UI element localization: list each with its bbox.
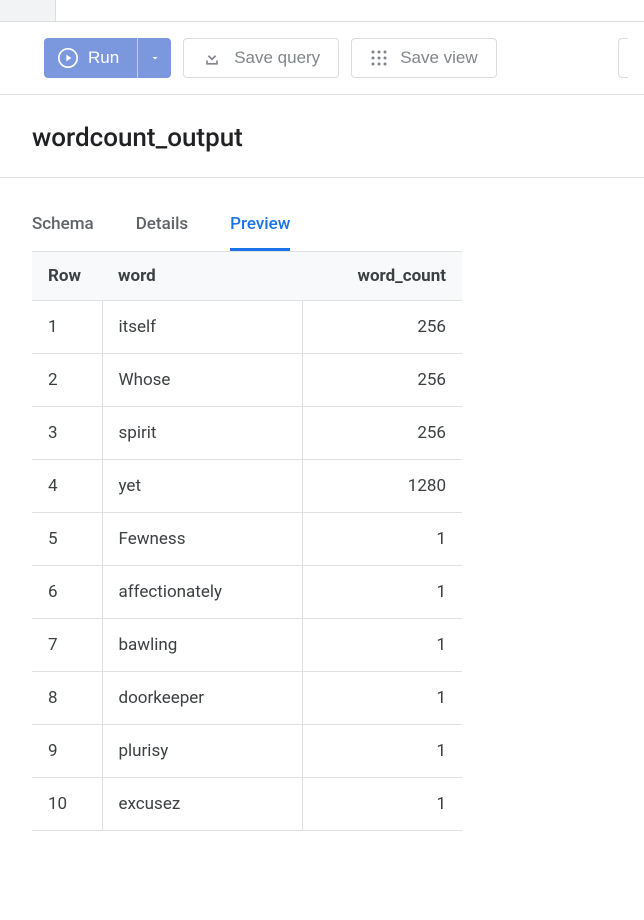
save-view-label: Save view xyxy=(400,48,477,68)
run-button[interactable]: Run xyxy=(44,38,137,78)
cell-word: itself xyxy=(102,301,302,354)
tab-preview[interactable]: Preview xyxy=(230,200,290,251)
cell-word-count: 1 xyxy=(302,513,462,566)
table-row: 9plurisy1 xyxy=(32,725,462,778)
run-button-dropdown[interactable] xyxy=(137,38,171,78)
title-bar: wordcount_output xyxy=(0,95,644,178)
table-row: 5Fewness1 xyxy=(32,513,462,566)
save-query-label: Save query xyxy=(234,48,320,68)
cell-row: 9 xyxy=(32,725,102,778)
cell-row: 4 xyxy=(32,460,102,513)
tabs: Schema Details Preview xyxy=(0,200,644,251)
run-button-group: Run xyxy=(44,38,171,78)
header-word-count: word_count xyxy=(302,252,462,301)
tab-details[interactable]: Details xyxy=(136,200,188,251)
cell-row: 10 xyxy=(32,778,102,831)
play-icon xyxy=(58,48,78,68)
save-view-button[interactable]: Save view xyxy=(351,38,496,78)
cell-word: spirit xyxy=(102,407,302,460)
cell-row: 6 xyxy=(32,566,102,619)
preview-table: Row word word_count 1itself2562Whose2563… xyxy=(32,251,462,831)
table-row: 3spirit256 xyxy=(32,407,462,460)
cell-word-count: 1 xyxy=(302,672,462,725)
cell-row: 7 xyxy=(32,619,102,672)
cell-word-count: 1 xyxy=(302,725,462,778)
cell-word: bawling xyxy=(102,619,302,672)
preview-table-container: Row word word_count 1itself2562Whose2563… xyxy=(0,251,644,831)
header-row: Row xyxy=(32,252,102,301)
run-button-label: Run xyxy=(88,48,119,68)
toolbar: Run Save query Save view xyxy=(0,22,644,95)
cell-word: yet xyxy=(102,460,302,513)
grid-icon xyxy=(370,49,388,67)
table-row: 1itself256 xyxy=(32,301,462,354)
cell-word: excusez xyxy=(102,778,302,831)
cell-word: affectionately xyxy=(102,566,302,619)
download-icon xyxy=(202,48,222,68)
table-row: 8doorkeeper1 xyxy=(32,672,462,725)
caret-down-icon xyxy=(149,52,161,64)
table-row: 7bawling1 xyxy=(32,619,462,672)
cell-word-count: 1 xyxy=(302,778,462,831)
table-header-row: Row word word_count xyxy=(32,252,462,301)
table-row: 2Whose256 xyxy=(32,354,462,407)
save-query-button[interactable]: Save query xyxy=(183,38,339,78)
top-tab-stub xyxy=(0,0,56,21)
toolbar-overflow-stub xyxy=(618,38,628,78)
cell-word-count: 1280 xyxy=(302,460,462,513)
cell-row: 1 xyxy=(32,301,102,354)
top-tab-strip xyxy=(0,0,644,22)
cell-row: 2 xyxy=(32,354,102,407)
cell-row: 3 xyxy=(32,407,102,460)
cell-word-count: 256 xyxy=(302,407,462,460)
cell-row: 8 xyxy=(32,672,102,725)
cell-word-count: 256 xyxy=(302,301,462,354)
table-row: 6affectionately1 xyxy=(32,566,462,619)
table-row: 10excusez1 xyxy=(32,778,462,831)
cell-word: Fewness xyxy=(102,513,302,566)
cell-row: 5 xyxy=(32,513,102,566)
cell-word: doorkeeper xyxy=(102,672,302,725)
cell-word: Whose xyxy=(102,354,302,407)
page-title: wordcount_output xyxy=(32,123,612,153)
cell-word-count: 1 xyxy=(302,619,462,672)
header-word: word xyxy=(102,252,302,301)
cell-word-count: 256 xyxy=(302,354,462,407)
table-row: 4yet1280 xyxy=(32,460,462,513)
tab-schema[interactable]: Schema xyxy=(32,200,94,251)
cell-word-count: 1 xyxy=(302,566,462,619)
cell-word: plurisy xyxy=(102,725,302,778)
